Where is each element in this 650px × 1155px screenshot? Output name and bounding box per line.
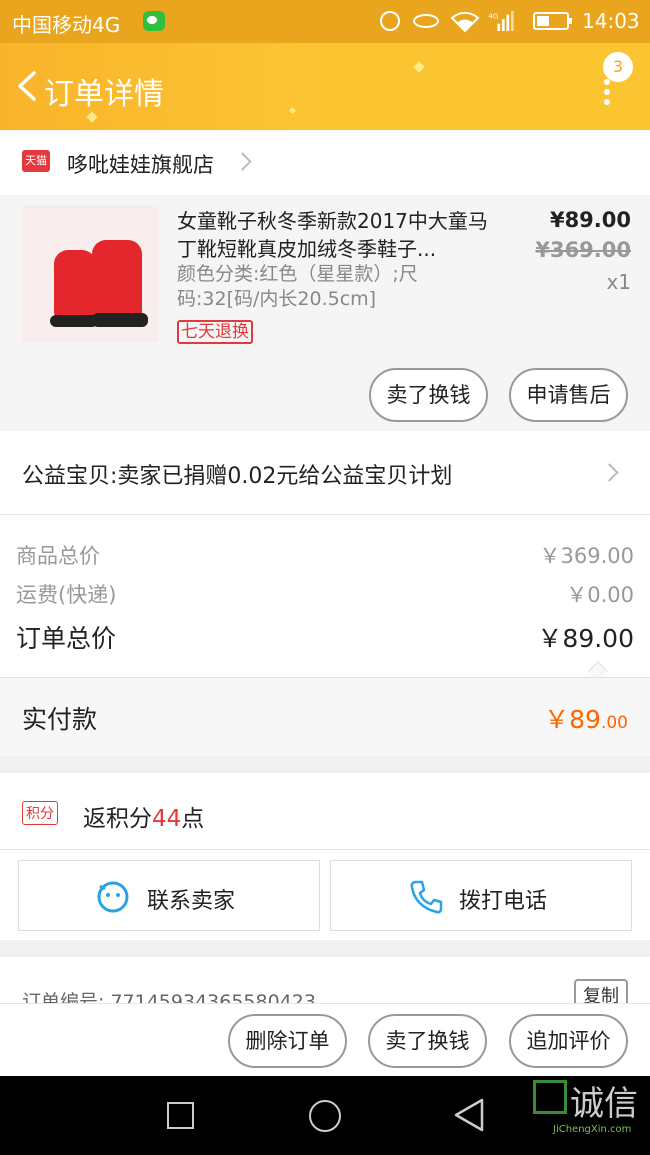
points-row: 积分 返积分44点 xyxy=(0,773,650,850)
recent-apps-icon[interactable] xyxy=(167,1102,194,1129)
call-label: 拨打电话 xyxy=(459,889,548,914)
contact-section: 联系卖家 拨打电话 xyxy=(0,850,650,940)
watermark-logo-icon xyxy=(533,1080,567,1114)
order-total-label: 订单总价 xyxy=(16,624,117,653)
alarm-icon xyxy=(380,11,400,31)
back-arrow-icon[interactable] xyxy=(14,71,40,101)
message-badge[interactable]: 3 xyxy=(603,52,633,82)
carrier-label: 中国移动4G xyxy=(12,13,121,37)
chevron-right-icon xyxy=(600,463,619,482)
sole-left xyxy=(50,315,98,327)
shipping-label: 运费(快递) xyxy=(16,583,117,607)
boot-left xyxy=(54,250,96,320)
contact-seller-button[interactable]: 联系卖家 xyxy=(18,860,320,931)
charity-row[interactable]: 公益宝贝:卖家已捐赠0.02元给公益宝贝计划 xyxy=(0,431,650,515)
nav-bar: 订单详情 3 xyxy=(0,43,650,130)
call-button[interactable]: 拨打电话 xyxy=(330,860,632,931)
bottom-action-bar: 删除订单 卖了换钱 追加评价 xyxy=(0,1003,650,1076)
watermark-logo: 诚信 JiChengXin.com xyxy=(533,1080,650,1150)
shop-row[interactable]: 天猫 哆吡娃娃旗舰店 xyxy=(0,130,650,195)
points-tag: 积分 xyxy=(22,801,58,825)
points-text: 返积分44点 xyxy=(83,806,205,832)
original-price: ¥369.00 xyxy=(535,238,631,262)
paid-value: ￥89.00 xyxy=(544,705,628,734)
sell-button-bottom[interactable]: 卖了换钱 xyxy=(368,1014,487,1068)
shop-name[interactable]: 哆吡娃娃旗舰店 xyxy=(67,149,214,179)
sell-button[interactable]: 卖了换钱 xyxy=(369,368,488,422)
goods-total-value: ￥369.00 xyxy=(539,544,634,568)
order-total-row: 订单总价 ￥89.00 xyxy=(16,619,634,655)
paid-amount-row: 实付款 ￥89.00 xyxy=(0,677,650,756)
decor-star xyxy=(86,111,98,123)
wechat-icon xyxy=(143,11,165,31)
more-menu-icon[interactable] xyxy=(603,79,611,105)
sole-right xyxy=(92,313,148,327)
product-item[interactable]: 女童靴子秋冬季新款2017中大童马丁靴短靴真皮加绒冬季鞋子... 颜色分类:红色… xyxy=(0,195,650,431)
chevron-right-icon xyxy=(233,152,252,171)
decor-star xyxy=(413,61,425,73)
wifi-icon xyxy=(450,11,480,33)
order-total-value: ￥89.00 xyxy=(537,624,634,653)
add-review-button[interactable]: 追加评价 xyxy=(509,1014,628,1068)
decor-star xyxy=(288,106,297,115)
clock: 14:03 xyxy=(582,9,640,33)
shipping-value: ￥0.00 xyxy=(566,583,634,607)
eye-care-icon xyxy=(413,14,439,28)
product-quantity: x1 xyxy=(606,270,631,294)
network-type: 4G xyxy=(488,11,499,20)
back-triangle-icon[interactable] xyxy=(452,1098,486,1132)
tmall-logo-icon: 天猫 xyxy=(22,150,50,172)
chat-face-icon xyxy=(97,881,129,913)
contact-seller-label: 联系卖家 xyxy=(147,889,236,914)
product-title[interactable]: 女童靴子秋冬季新款2017中大童马丁靴短靴真皮加绒冬季鞋子... xyxy=(177,207,507,263)
goods-total-row: 商品总价 ￥369.00 xyxy=(16,540,634,570)
phone-icon xyxy=(410,880,443,914)
product-price: ¥89.00 xyxy=(549,208,631,232)
status-bar: 中国移动4G 4G 14:03 xyxy=(0,0,650,43)
shipping-row: 运费(快递) ￥0.00 xyxy=(16,579,634,609)
after-sale-button[interactable]: 申请售后 xyxy=(509,368,628,422)
home-icon[interactable] xyxy=(309,1100,341,1132)
battery-icon xyxy=(533,12,572,30)
goods-total-label: 商品总价 xyxy=(16,544,100,568)
signal-icon: 4G xyxy=(488,11,514,31)
price-summary: 商品总价 ￥369.00 运费(快递) ￥0.00 订单总价 ￥89.00 xyxy=(0,515,650,681)
watermark-text: 诚信 xyxy=(570,1084,638,1124)
paid-label: 实付款 xyxy=(22,705,98,734)
boot-right xyxy=(92,240,142,320)
charity-text: 公益宝贝:卖家已捐赠0.02元给公益宝贝计划 xyxy=(22,464,453,489)
watermark-subtext: JiChengXin.com xyxy=(553,1124,632,1135)
delete-order-button[interactable]: 删除订单 xyxy=(228,1014,347,1068)
page-title: 订单详情 xyxy=(44,77,164,112)
product-image[interactable] xyxy=(22,205,159,342)
product-sku: 颜色分类:红色（星星款）;尺码:32[码/内长20.5cm] xyxy=(177,263,418,310)
return-policy-tag: 七天退换 xyxy=(177,320,253,344)
